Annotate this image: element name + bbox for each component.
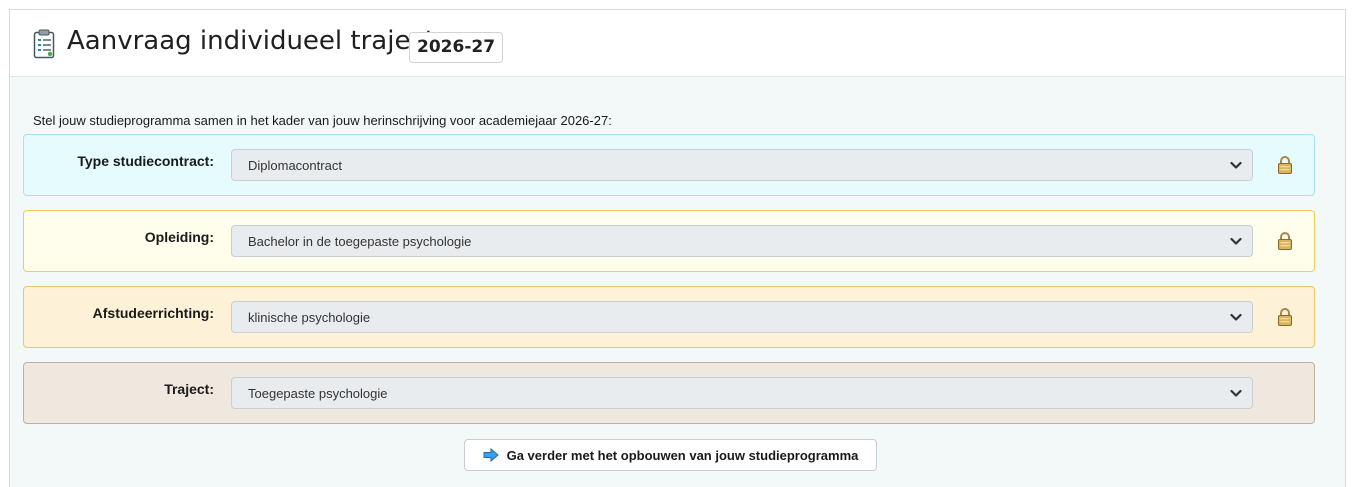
lock-icon: [1278, 156, 1292, 174]
select-value: klinische psychologie: [248, 310, 371, 325]
field-label: Type studiecontract:: [77, 153, 214, 169]
chevron-down-icon: [1230, 313, 1242, 321]
chevron-down-icon: [1230, 161, 1242, 169]
clipboard-icon: [33, 29, 55, 59]
page-title: Aanvraag individueel traject: [67, 26, 435, 56]
intro-text: Stel jouw studieprogramma samen in het k…: [33, 113, 612, 128]
type-studiecontract-select[interactable]: Diplomacontract: [231, 149, 1253, 181]
arrow-right-icon: [483, 448, 499, 462]
continue-button[interactable]: Ga verder met het opbouwen van jouw stud…: [464, 439, 877, 471]
panel-afstudeerrichting: Afstudeerrichting: klinische psychologie: [23, 286, 1315, 348]
field-label: Opleiding:: [144, 229, 214, 245]
field-label: Afstudeerrichting:: [92, 305, 214, 321]
afstudeerrichting-select[interactable]: klinische psychologie: [231, 301, 1253, 333]
select-value: Bachelor in de toegepaste psychologie: [248, 234, 472, 249]
academic-year-badge: 2026-27: [409, 32, 504, 63]
panel-type-studiecontract: Type studiecontract: Diplomacontract: [23, 134, 1315, 196]
page-header: Aanvraag individueel traject 2026-27: [10, 10, 1345, 77]
panel-traject: Traject: Toegepaste psychologie: [23, 362, 1315, 424]
field-label: Traject:: [164, 381, 214, 397]
select-value: Toegepaste psychologie: [248, 386, 388, 401]
lock-icon: [1278, 308, 1292, 326]
traject-select[interactable]: Toegepaste psychologie: [231, 377, 1253, 409]
continue-button-label: Ga verder met het opbouwen van jouw stud…: [506, 447, 859, 463]
panel-opleiding: Opleiding: Bachelor in de toegepaste psy…: [23, 210, 1315, 272]
chevron-down-icon: [1230, 389, 1242, 397]
opleiding-select[interactable]: Bachelor in de toegepaste psychologie: [231, 225, 1253, 257]
lock-icon: [1278, 232, 1292, 250]
chevron-down-icon: [1230, 237, 1242, 245]
select-value: Diplomacontract: [248, 158, 342, 173]
